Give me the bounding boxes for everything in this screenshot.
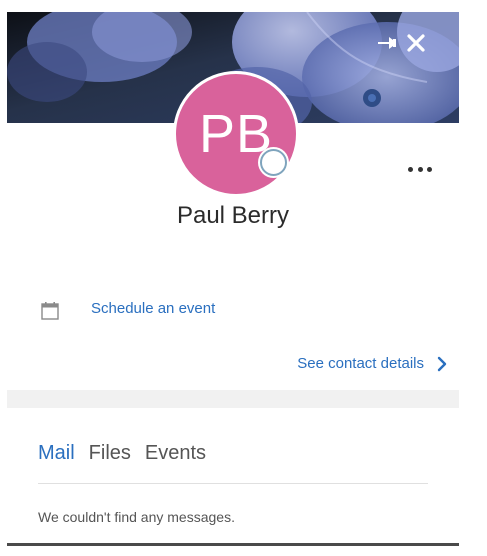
more-options-dot [427,166,432,172]
tab-files[interactable]: Files [89,442,131,465]
tab-bar: Mail Files Events [38,442,206,465]
section-divider [7,390,459,408]
more-options-dot [417,166,423,172]
empty-mail-message: We couldn't find any messages. [38,509,235,525]
close-button[interactable] [404,30,428,56]
more-options-button[interactable] [403,157,437,181]
contact-name: Paul Berry [176,202,290,229]
close-icon [407,34,425,52]
tab-underline-divider [38,483,428,484]
calendar-icon [41,302,59,320]
contact-card: PB Paul Berry Schedule an event See cont… [7,12,459,546]
chevron-right-icon [437,356,447,371]
see-contact-details-link[interactable]: See contact details [297,355,447,372]
pin-icon [378,37,396,49]
tab-events[interactable]: Events [145,442,206,465]
schedule-event-link[interactable]: Schedule an event [91,300,215,317]
tab-mail[interactable]: Mail [38,442,75,465]
more-options-icon [408,166,413,172]
presence-status-icon [260,149,287,176]
avatar: PB [173,71,299,197]
pin-button[interactable] [375,30,403,56]
see-contact-details-label: See contact details [297,355,424,372]
